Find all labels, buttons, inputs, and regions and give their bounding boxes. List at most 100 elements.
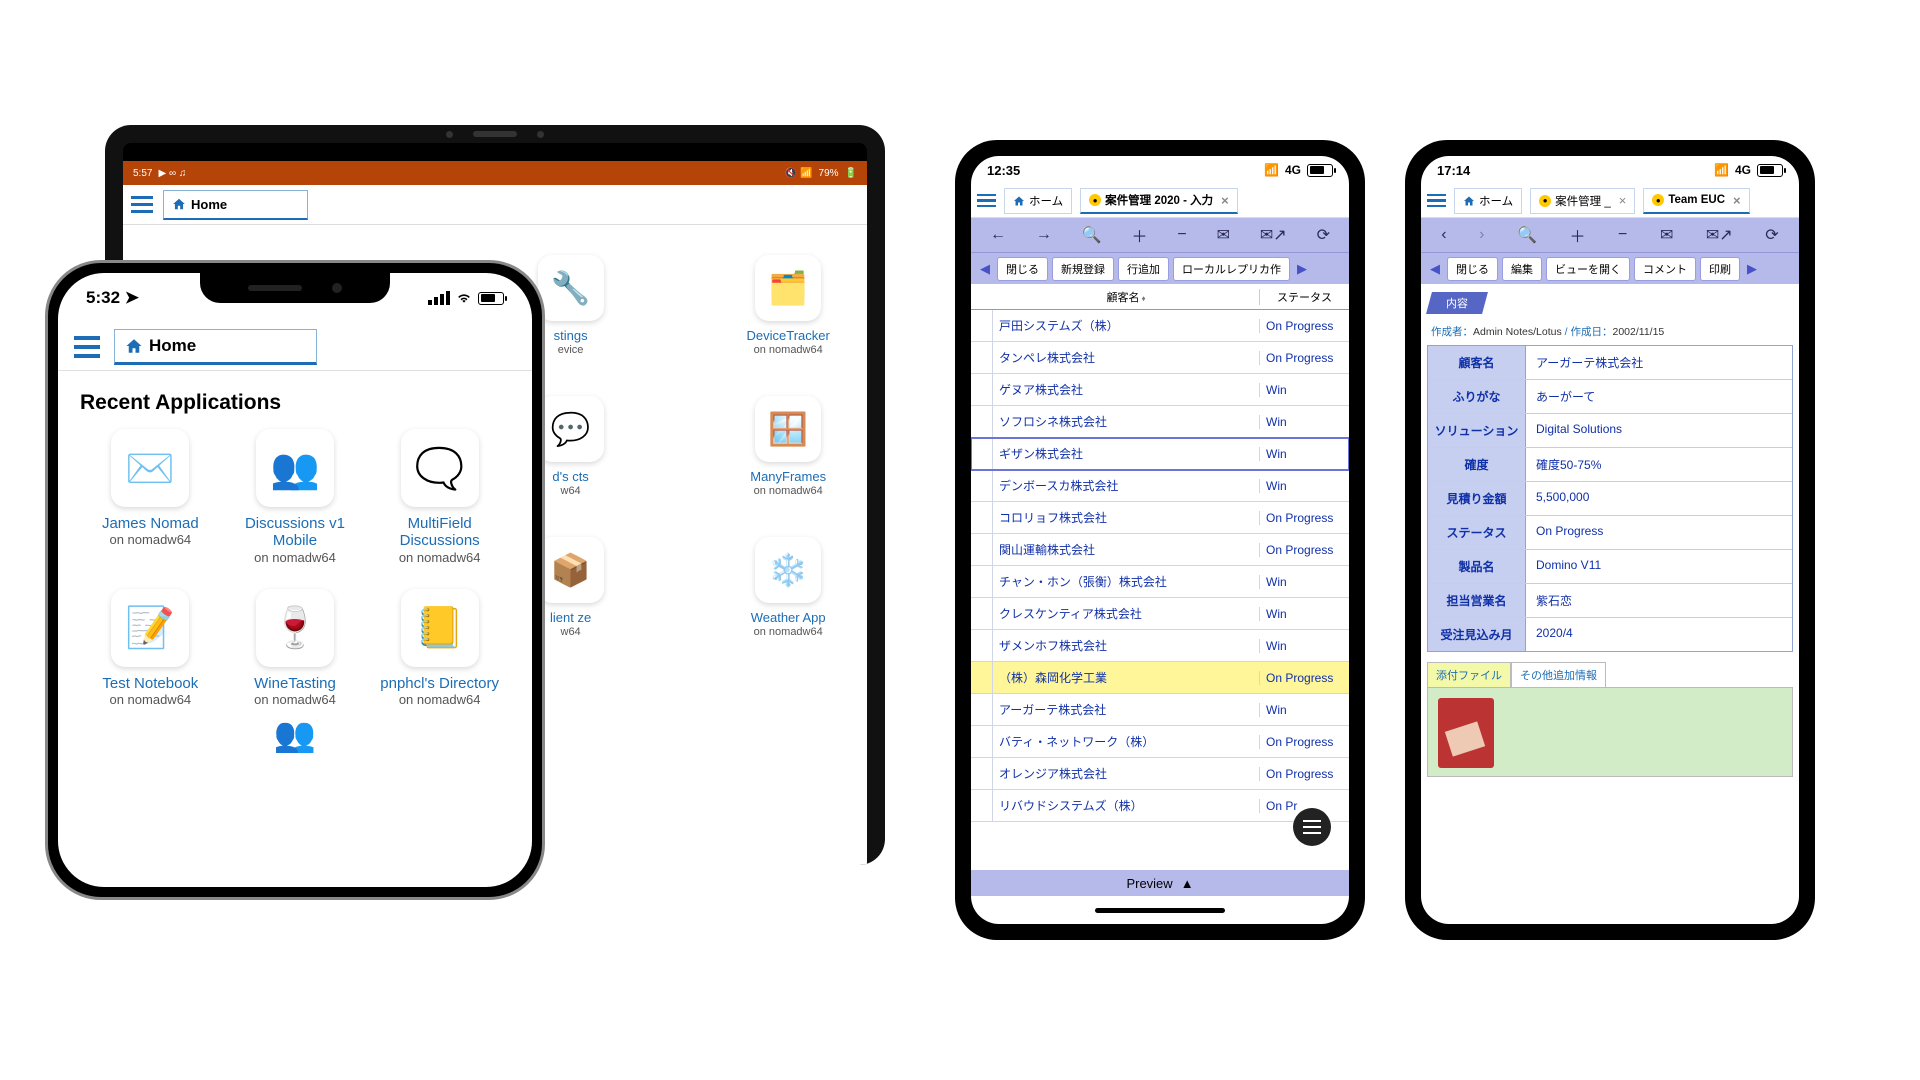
field-value: あーがーて bbox=[1526, 380, 1792, 413]
refresh-button[interactable]: ⟳ bbox=[1765, 225, 1778, 245]
field-value: 2020/4 bbox=[1526, 618, 1792, 651]
comment-button[interactable]: コメント bbox=[1634, 257, 1696, 281]
field-label: ふりがな bbox=[1428, 380, 1526, 413]
scroll-left-icon[interactable]: ◀ bbox=[1427, 261, 1443, 277]
field-value: アーガーテ株式会社 bbox=[1526, 346, 1792, 379]
table-row[interactable]: ザメンホフ株式会社Win bbox=[971, 630, 1349, 662]
chat-icon: 💬 bbox=[551, 410, 591, 448]
table-row[interactable]: タンペレ株式会社On Progress bbox=[971, 342, 1349, 374]
group-icon[interactable]: 👥 bbox=[58, 715, 532, 755]
close-doc-button[interactable]: 閉じる bbox=[997, 257, 1048, 281]
table-row[interactable]: リバウドシステムズ（株）On Pr bbox=[971, 790, 1349, 822]
detail-row: 顧客名アーガーテ株式会社 bbox=[1428, 346, 1792, 380]
search-button[interactable]: 🔍 bbox=[1082, 225, 1102, 245]
menu-icon[interactable] bbox=[977, 194, 996, 208]
app-tile[interactable]: 🗂️DeviceTrackeron nomadw64 bbox=[729, 255, 847, 356]
menu-icon[interactable] bbox=[1427, 194, 1446, 208]
app-tile[interactable]: 🪟ManyFrameson nomadw64 bbox=[729, 396, 847, 497]
status-bar: 17:14 📶4G bbox=[1421, 156, 1799, 184]
minus-button[interactable]: − bbox=[1618, 226, 1627, 244]
table-row[interactable]: コロリョフ株式会社On Progress bbox=[971, 502, 1349, 534]
add-button[interactable]: ＋ bbox=[1131, 223, 1147, 247]
field-value: On Progress bbox=[1526, 516, 1792, 549]
close-icon[interactable]: × bbox=[1221, 193, 1229, 208]
table-row[interactable]: （株）森岡化学工業On Progress bbox=[971, 662, 1349, 694]
table-row[interactable]: ギザン株式会社Win bbox=[971, 438, 1349, 470]
doc-icon: ● bbox=[1652, 194, 1664, 206]
mail-send-button[interactable]: ✉↗ bbox=[1706, 225, 1733, 245]
nav-toolbar: ‹ › 🔍 ＋ − ✉ ✉↗ ⟳ bbox=[1421, 218, 1799, 252]
refresh-button[interactable]: ⟳ bbox=[1317, 225, 1330, 245]
tab-home[interactable]: Home bbox=[114, 329, 317, 365]
app-tile[interactable]: 📝Test Notebookon nomadw64 bbox=[88, 589, 213, 707]
edit-button[interactable]: 編集 bbox=[1502, 257, 1542, 281]
close-button[interactable]: 閉じる bbox=[1447, 257, 1498, 281]
new-record-button[interactable]: 新規登録 bbox=[1052, 257, 1114, 281]
mail-read-button[interactable]: ✉ bbox=[1217, 225, 1230, 245]
menu-icon[interactable] bbox=[74, 336, 100, 358]
table-row[interactable]: ソフロシネ株式会社Win bbox=[971, 406, 1349, 438]
mail-send-button[interactable]: ✉↗ bbox=[1260, 225, 1287, 245]
search-button[interactable]: 🔍 bbox=[1517, 225, 1537, 245]
table-row[interactable]: 関山運輸株式会社On Progress bbox=[971, 534, 1349, 566]
tab-doc2[interactable]: ●Team EUC× bbox=[1643, 188, 1749, 214]
attachment-area[interactable] bbox=[1427, 687, 1793, 777]
app-tile[interactable]: 🍷WineTastingon nomadw64 bbox=[233, 589, 358, 707]
mail-read-button[interactable]: ✉ bbox=[1660, 225, 1673, 245]
app-tile[interactable]: ✉️James Nomadon nomadw64 bbox=[88, 429, 213, 565]
forward-button[interactable]: → bbox=[1036, 226, 1052, 244]
tab-extra-info[interactable]: その他追加情報 bbox=[1511, 662, 1606, 687]
cell-status: On Progress bbox=[1259, 671, 1349, 685]
menu-icon[interactable] bbox=[131, 196, 153, 213]
field-label: 顧客名 bbox=[1428, 346, 1526, 379]
table-row[interactable]: チャン・ホン（張衡）株式会社Win bbox=[971, 566, 1349, 598]
table-row[interactable]: デンボースカ株式会社Win bbox=[971, 470, 1349, 502]
close-icon[interactable]: × bbox=[1619, 193, 1627, 208]
table-row[interactable]: ゲヌア株式会社Win bbox=[971, 374, 1349, 406]
table-row[interactable]: アーガーテ株式会社Win bbox=[971, 694, 1349, 726]
attachment-thumbnail[interactable] bbox=[1438, 698, 1494, 768]
minus-button[interactable]: − bbox=[1177, 226, 1186, 244]
add-row-button[interactable]: 行追加 bbox=[1118, 257, 1169, 281]
field-label: 担当営業名 bbox=[1428, 584, 1526, 617]
section-header: 内容 bbox=[1426, 292, 1488, 314]
tab-doc1[interactable]: ●案件管理 _× bbox=[1530, 188, 1635, 214]
print-button[interactable]: 印刷 bbox=[1700, 257, 1740, 281]
app-tile[interactable]: 📒pnphcl's Directoryon nomadw64 bbox=[377, 589, 502, 707]
open-view-button[interactable]: ビューを開く bbox=[1546, 257, 1630, 281]
app-tile[interactable]: 🗨️MultiField Discussionson nomadw64 bbox=[377, 429, 502, 565]
tab-attachments[interactable]: 添付ファイル bbox=[1427, 662, 1511, 687]
cell-customer: 戸田システムズ（株） bbox=[993, 317, 1259, 334]
scroll-right-icon[interactable]: ▶ bbox=[1744, 261, 1760, 277]
fab-menu-icon[interactable] bbox=[1293, 808, 1331, 846]
tab-home[interactable]: ホーム bbox=[1454, 188, 1522, 214]
tab-home[interactable]: Home bbox=[163, 190, 308, 220]
close-icon[interactable]: × bbox=[1733, 193, 1741, 208]
cell-customer: ギザン株式会社 bbox=[993, 445, 1259, 462]
local-replica-button[interactable]: ローカルレプリカ作 bbox=[1173, 257, 1290, 281]
back-button[interactable]: ← bbox=[990, 226, 1006, 244]
home-indicator[interactable] bbox=[971, 896, 1349, 924]
back-button[interactable]: ‹ bbox=[1441, 226, 1446, 244]
field-label: 受注見込み月 bbox=[1428, 618, 1526, 651]
preview-toggle[interactable]: Preview ▲ bbox=[971, 870, 1349, 896]
scroll-right-icon[interactable]: ▶ bbox=[1294, 261, 1310, 277]
tab-document[interactable]: ●案件管理 2020 - 入力× bbox=[1080, 188, 1238, 214]
app-tile[interactable]: 👥Discussions v1 Mobileon nomadw64 bbox=[233, 429, 358, 565]
scroll-left-icon[interactable]: ◀ bbox=[977, 261, 993, 277]
table-row[interactable]: クレスケンティア株式会社Win bbox=[971, 598, 1349, 630]
col-customer[interactable]: 顧客名 bbox=[1106, 292, 1139, 304]
doc-icon: ● bbox=[1539, 195, 1551, 207]
table-row[interactable]: オレンジア株式会社On Progress bbox=[971, 758, 1349, 790]
app-tile[interactable]: ❄️Weather Appon nomadw64 bbox=[729, 537, 847, 638]
detail-row: 担当営業名紫石恋 bbox=[1428, 584, 1792, 618]
cell-customer: コロリョフ株式会社 bbox=[993, 509, 1259, 526]
col-status[interactable]: ステータス bbox=[1277, 292, 1332, 304]
table-row[interactable]: 戸田システムズ（株）On Progress bbox=[971, 310, 1349, 342]
add-button[interactable]: ＋ bbox=[1569, 223, 1585, 247]
home-icon bbox=[1463, 195, 1475, 207]
table-row[interactable]: バティ・ネットワーク（株）On Progress bbox=[971, 726, 1349, 758]
tab-home[interactable]: ホーム bbox=[1004, 188, 1072, 214]
forward-button[interactable]: › bbox=[1479, 226, 1484, 244]
phone-a-device: 12:35 📶4G ホーム ●案件管理 2020 - 入力× ← → 🔍 ＋ −… bbox=[955, 140, 1365, 940]
